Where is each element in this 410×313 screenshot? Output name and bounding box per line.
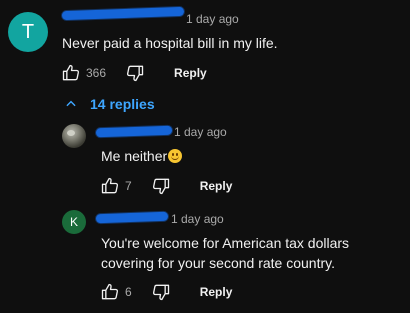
redacted-username — [61, 6, 185, 21]
reply-timestamp: 1 day ago — [171, 212, 224, 226]
avatar[interactable] — [62, 124, 86, 148]
reply-button[interactable]: Reply — [200, 285, 233, 299]
like-count: 6 — [125, 285, 132, 299]
dislike-icon[interactable] — [150, 175, 172, 197]
like-icon[interactable] — [99, 281, 121, 303]
comment-thread: T 1 day ago Never paid a hospital bill i… — [0, 0, 410, 313]
replies-count-label: 14 replies — [90, 96, 155, 112]
like-icon[interactable] — [60, 62, 82, 84]
comment-timestamp: 1 day ago — [186, 12, 239, 26]
avatar-letter: T — [21, 20, 35, 43]
reply-timestamp: 1 day ago — [174, 125, 227, 139]
redacted-username — [95, 125, 173, 138]
reply-actions: 7 Reply — [99, 174, 232, 198]
reply-button[interactable]: Reply — [174, 66, 207, 80]
avatar-letter: K — [69, 215, 78, 229]
reply-button[interactable]: Reply — [200, 179, 233, 193]
like-icon[interactable] — [99, 175, 121, 197]
reply-actions: 6 Reply — [99, 280, 232, 304]
like-count: 7 — [125, 179, 132, 193]
replies-toggle[interactable]: 14 replies — [64, 96, 155, 112]
comment-actions: 366 Reply — [60, 61, 207, 85]
reply-text-line: covering for your second rate country. — [101, 255, 335, 271]
avatar[interactable]: K — [62, 210, 86, 234]
chevron-up-icon — [66, 100, 76, 107]
like-count: 366 — [86, 66, 107, 80]
smiling-face-emoji-icon — [168, 149, 183, 163]
reply-text-line: You're welcome for American tax dollars — [101, 235, 350, 251]
comment-text: Never paid a hospital bill in my life. — [62, 35, 278, 51]
reply-text-content: Me neither — [101, 148, 168, 164]
reply-text: Me neither — [101, 146, 183, 166]
reply-text: You're welcome for American tax dollars … — [101, 233, 349, 273]
dislike-icon[interactable] — [150, 281, 172, 303]
redacted-username — [95, 211, 169, 224]
avatar[interactable]: T — [8, 12, 48, 52]
avatar-photo — [67, 130, 75, 136]
dislike-icon[interactable] — [124, 62, 146, 84]
